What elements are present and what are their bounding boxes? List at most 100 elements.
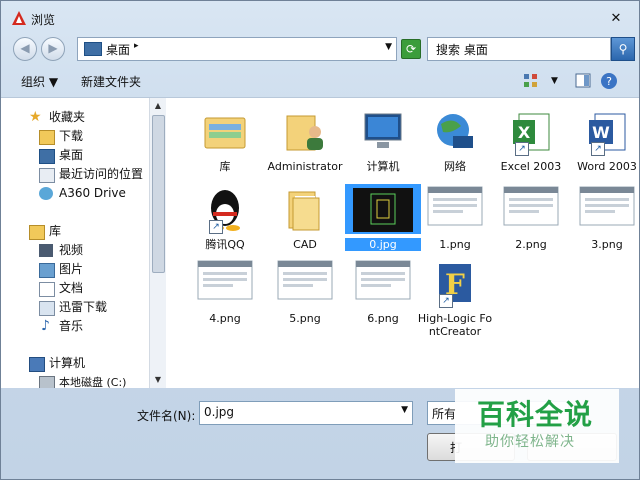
star-icon: ★ [29,109,42,125]
sidebar-label: 桌面 [59,148,84,162]
sidebar-label: 收藏夹 [49,110,86,124]
image-thumbnail [569,184,640,234]
file-item[interactable]: 网络 [417,106,493,173]
watermark-subtitle: 助你轻松解决 [485,434,575,450]
file-item[interactable]: 4.png [187,258,263,325]
word-icon: W ↗ [569,106,640,156]
image-thumbnail [187,258,263,308]
refresh-button[interactable]: ⟳ [401,39,421,59]
file-item[interactable]: X ↗ Excel 2003 [493,106,569,173]
file-name: 1.png [439,238,471,251]
file-name: 2.png [515,238,547,251]
scroll-thumb[interactable] [152,115,165,273]
search-input[interactable]: 搜索 桌面 [427,37,611,61]
file-item[interactable]: 计算机 [345,106,421,173]
sidebar-computer[interactable]: 计算机 [1,354,149,373]
file-item[interactable]: 5.png [267,258,343,325]
music-note-icon: ♪ [41,318,50,334]
favorites-group: ★ 收藏夹 下载 桌面 最近访问的位置 A360 Drive [1,108,149,203]
command-bar: 组织 ▼ 新建文件夹 ▼ ? [1,67,639,97]
file-item[interactable]: ↗ 腾讯QQ [187,184,263,251]
file-item[interactable]: 3.png [569,184,640,251]
image-thumbnail [345,258,421,308]
sidebar-item-music[interactable]: ♪ 音乐 [1,317,149,336]
file-item[interactable]: CAD [267,184,343,251]
sidebar-libraries[interactable]: 库 [1,222,149,241]
forward-button[interactable]: ▶ [41,37,65,61]
computer-icon [29,357,45,372]
sidebar-item-documents[interactable]: 文档 [1,279,149,298]
watermark: 百科全说 助你轻松解决 [455,389,619,463]
filetype-value: 所有 [432,407,457,421]
scroll-down-icon[interactable]: ▼ [150,372,166,388]
sidebar-item-thunder[interactable]: 迅雷下载 [1,298,149,317]
file-item[interactable]: F ↗ High-Logic FontCreator [417,258,493,338]
search-icon[interactable]: ⚲ [611,37,635,61]
sidebar-item-videos[interactable]: 视频 [1,241,149,260]
sidebar-item-recent[interactable]: 最近访问的位置 [1,165,149,184]
sidebar-item-pictures[interactable]: 图片 [1,260,149,279]
file-name: 0.jpg [345,238,421,251]
filename-label: 文件名(N): [137,409,196,423]
fontcreator-icon: F ↗ [417,258,493,308]
address-dropdown-icon[interactable]: ▼ [385,42,392,52]
sidebar-label: 图片 [59,262,84,276]
file-item[interactable]: Administrator [267,106,343,173]
navigation-pane[interactable]: ★ 收藏夹 下载 桌面 最近访问的位置 A360 Drive 库 视频 图片 文… [1,98,150,388]
window-title: 浏览 [31,13,56,27]
new-folder-button[interactable]: 新建文件夹 [81,73,141,90]
document-icon [39,282,55,297]
sidebar-label: 音乐 [59,319,84,333]
close-button[interactable]: ✕ [607,10,625,28]
sidebar-label: 视频 [59,243,84,257]
file-name: 计算机 [366,160,400,173]
sidebar-label: 最近访问的位置 [59,167,144,181]
computer-group: 计算机 本地磁盘 (C:) [1,354,149,388]
filename-value: 0.jpg [204,405,235,419]
organize-menu[interactable]: 组织 ▼ [21,73,58,90]
address-bar[interactable]: 桌面 ▸ ▼ [77,37,397,61]
file-name: 库 [219,160,231,173]
sidebar-label: 库 [49,224,62,238]
breadcrumb-chevron-icon[interactable]: ▸ [134,41,139,51]
help-icon[interactable]: ? [599,71,619,91]
sidebar-item-a360[interactable]: A360 Drive [1,184,149,203]
desktop-icon [39,149,55,164]
file-item[interactable]: 1.png [417,184,493,251]
browser-body: ★ 收藏夹 下载 桌面 最近访问的位置 A360 Drive 库 视频 图片 文… [1,97,639,388]
shortcut-arrow-icon: ↗ [439,294,453,308]
folder-icon [267,184,343,234]
file-name: 3.png [591,238,623,251]
filename-dropdown-icon[interactable]: ▼ [401,405,408,415]
file-item[interactable]: 库 [187,106,263,173]
sidebar-scrollbar[interactable]: ▲ ▼ [149,98,166,388]
browse-dialog: 浏览 ✕ ◀ ▶ 桌面 ▸ ▼ ⟳ 搜索 桌面 ⚲ 组织 ▼ 新建文件夹 ▼ ? [0,0,640,480]
image-thumbnail [417,184,493,234]
svg-text:X: X [518,123,531,142]
back-button[interactable]: ◀ [13,37,37,61]
downloads-icon [39,130,55,145]
sidebar-favorites[interactable]: ★ 收藏夹 [1,108,149,127]
preview-pane-icon[interactable] [573,71,593,91]
scroll-up-icon[interactable]: ▲ [150,98,166,114]
watermark-title: 百科全说 [477,398,594,431]
image-thumbnail [267,258,343,308]
file-item[interactable]: 6.png [345,258,421,325]
file-name: Administrator [267,160,343,173]
file-name: Word 2003 [577,160,637,173]
filename-field[interactable]: 0.jpg ▼ [199,401,413,425]
cad-thumbnail [345,184,421,234]
file-name: 5.png [289,312,321,325]
file-item[interactable]: 0.jpg [345,184,421,251]
view-options-icon[interactable] [521,71,541,91]
sidebar-label: A360 Drive [59,186,126,200]
sidebar-item-local-disk[interactable]: 本地磁盘 (C:) [1,373,149,388]
file-item[interactable]: 2.png [493,184,569,251]
sidebar-item-downloads[interactable]: 下载 [1,127,149,146]
view-dropdown-icon[interactable]: ▼ [551,76,558,86]
file-item[interactable]: W ↗ Word 2003 [569,106,640,173]
shortcut-arrow-icon: ↗ [209,220,223,234]
file-list: 库 Administrator 计算机 网络 X ↗ Excel 2003 W ↗ Word 20… [167,98,639,388]
sidebar-item-desktop[interactable]: 桌面 [1,146,149,165]
svg-text:?: ? [606,75,612,88]
